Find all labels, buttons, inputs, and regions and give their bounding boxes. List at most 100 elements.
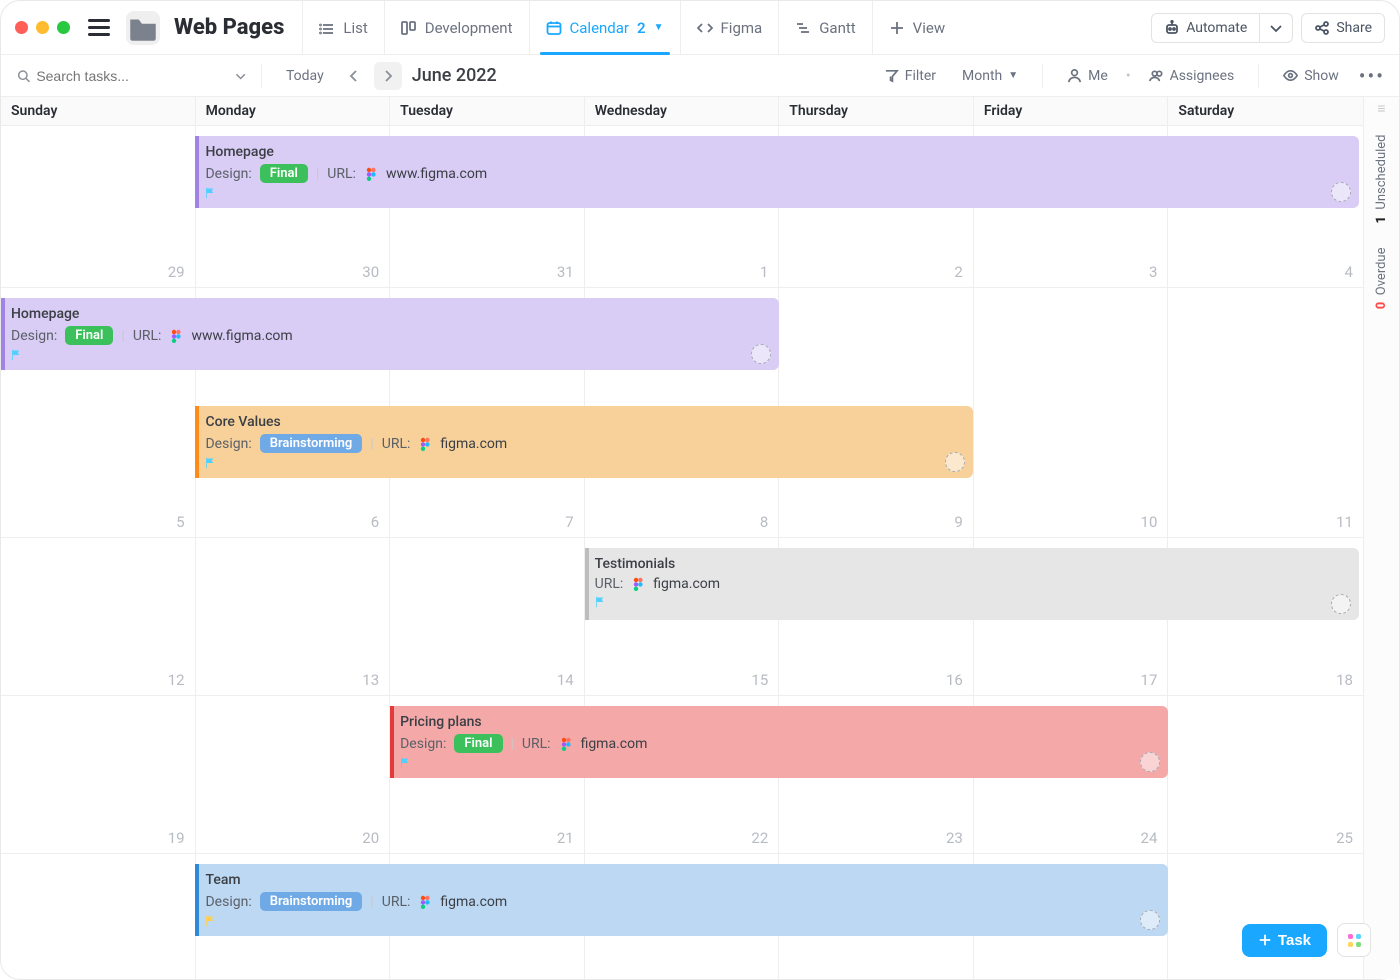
assignee-add[interactable] [1331, 594, 1351, 614]
show-label: Show [1304, 68, 1339, 84]
day-number: 30 [362, 263, 379, 281]
event-title: Core Values [205, 414, 963, 430]
automate-button[interactable]: Automate [1151, 13, 1260, 43]
event-team[interactable]: Team Design: Brainstorming | URL: figma.… [195, 864, 1167, 936]
status-pill: Brainstorming [260, 892, 363, 911]
search-input-wrapper[interactable] [17, 68, 247, 84]
assignee-add[interactable] [1331, 182, 1351, 202]
day-number: 3 [1149, 263, 1157, 281]
tab-figma[interactable]: Figma [680, 1, 779, 54]
me-filter[interactable]: Me [1057, 68, 1118, 84]
today-button[interactable]: Today [276, 68, 334, 84]
robot-icon [1164, 20, 1180, 36]
day-number: 1 [760, 263, 768, 281]
separator-dot: • [1124, 68, 1133, 84]
day-header: Tuesday [390, 97, 585, 125]
calendar-cell[interactable]: 11 [1168, 288, 1363, 537]
calendar-cell[interactable]: 14 [390, 538, 585, 695]
calendar-cell[interactable] [1168, 854, 1363, 979]
calendar-cell[interactable]: 20 [196, 696, 391, 853]
add-view-button[interactable]: View [872, 1, 961, 54]
tab-label: List [343, 19, 367, 37]
next-month-button[interactable] [374, 62, 402, 90]
calendar-cell[interactable]: 10 [974, 288, 1169, 537]
day-headers: Sunday Monday Tuesday Wednesday Thursday… [1, 97, 1363, 126]
overdue-toggle[interactable]: 0 Overdue [1374, 248, 1389, 309]
unscheduled-count: 1 [1374, 216, 1389, 224]
assignee-add[interactable] [751, 344, 771, 364]
event-pricing-plans[interactable]: Pricing plans Design: Final | URL: figma… [390, 706, 1168, 778]
event-url: www.figma.com [191, 328, 292, 344]
event-homepage[interactable]: Homepage Design: Final | URL: www.figma.… [195, 136, 1359, 208]
folder-icon[interactable] [126, 11, 160, 45]
page-title: Web Pages [174, 15, 284, 40]
tab-list[interactable]: List [302, 1, 383, 54]
window-minimize[interactable] [36, 21, 49, 34]
tab-gantt[interactable]: Gantt [778, 1, 871, 54]
field-label: Design: [11, 328, 57, 344]
calendar-cell[interactable]: 12 [1, 538, 196, 695]
tab-badge: 2 [637, 19, 646, 37]
assignees-filter[interactable]: Assignees [1139, 68, 1245, 84]
show-button[interactable]: Show [1273, 68, 1349, 84]
assignee-add[interactable] [945, 452, 965, 472]
day-number: 18 [1336, 671, 1353, 689]
calendar-cell[interactable]: 25 [1168, 696, 1363, 853]
figma-icon [559, 737, 573, 751]
day-number: 12 [168, 671, 185, 689]
day-header: Thursday [779, 97, 974, 125]
new-task-button[interactable]: Task [1242, 924, 1327, 957]
tab-label: Gantt [819, 19, 855, 37]
assignee-add[interactable] [1140, 910, 1160, 930]
overdue-label: Overdue [1374, 248, 1389, 296]
search-input[interactable] [36, 68, 227, 84]
new-task-label: Task [1278, 932, 1311, 949]
flag-icon [595, 596, 607, 608]
event-core-values[interactable]: Core Values Design: Brainstorming | URL:… [195, 406, 973, 478]
event-title: Homepage [205, 144, 1349, 160]
event-homepage[interactable]: Homepage Design: Final | URL: www.figma.… [1, 298, 779, 370]
day-number: 24 [1141, 829, 1158, 847]
day-number: 25 [1336, 829, 1353, 847]
window-close[interactable] [15, 21, 28, 34]
calendar-cell[interactable]: 29 [1, 126, 196, 287]
automate-dropdown[interactable] [1260, 13, 1293, 43]
drag-handle-icon[interactable]: ≡ [1377, 107, 1385, 111]
filter-icon [884, 68, 899, 83]
unscheduled-toggle[interactable]: 1 Unscheduled [1374, 135, 1389, 224]
field-label: URL: [595, 576, 624, 592]
prev-month-button[interactable] [340, 62, 368, 90]
tab-label: Development [425, 19, 513, 37]
event-url: figma.com [440, 894, 507, 910]
window-zoom[interactable] [57, 21, 70, 34]
calendar-cell[interactable]: 19 [1, 696, 196, 853]
calendar-cell[interactable]: 13 [196, 538, 391, 695]
plus-icon [1258, 933, 1272, 947]
field-label: Design: [400, 736, 446, 752]
unscheduled-label: Unscheduled [1374, 135, 1389, 210]
chevron-down-icon[interactable] [234, 68, 247, 84]
menu-icon[interactable] [88, 19, 110, 36]
day-header: Wednesday [585, 97, 780, 125]
event-testimonials[interactable]: Testimonials URL: figma.com [585, 548, 1359, 620]
automate-label: Automate [1186, 20, 1247, 36]
day-number: 29 [168, 263, 185, 281]
tab-label: Figma [721, 19, 763, 37]
range-select[interactable]: Month▼ [952, 68, 1028, 84]
tab-development[interactable]: Development [384, 1, 529, 54]
apps-button[interactable] [1337, 923, 1371, 957]
day-number: 17 [1141, 671, 1158, 689]
more-menu[interactable]: ••• [1355, 64, 1389, 88]
assignee-add[interactable] [1140, 752, 1160, 772]
day-number: 10 [1141, 513, 1158, 531]
search-icon [17, 68, 30, 84]
tab-calendar[interactable]: Calendar 2 ▼ [529, 1, 680, 54]
day-number: 7 [565, 513, 573, 531]
flag-icon [11, 349, 23, 361]
day-number: 23 [946, 829, 963, 847]
chevron-down-icon: ▼ [654, 22, 664, 33]
calendar-cell[interactable] [1, 854, 196, 979]
filter-button[interactable]: Filter [874, 68, 946, 84]
event-title: Pricing plans [400, 714, 1158, 730]
share-button[interactable]: Share [1301, 13, 1385, 43]
